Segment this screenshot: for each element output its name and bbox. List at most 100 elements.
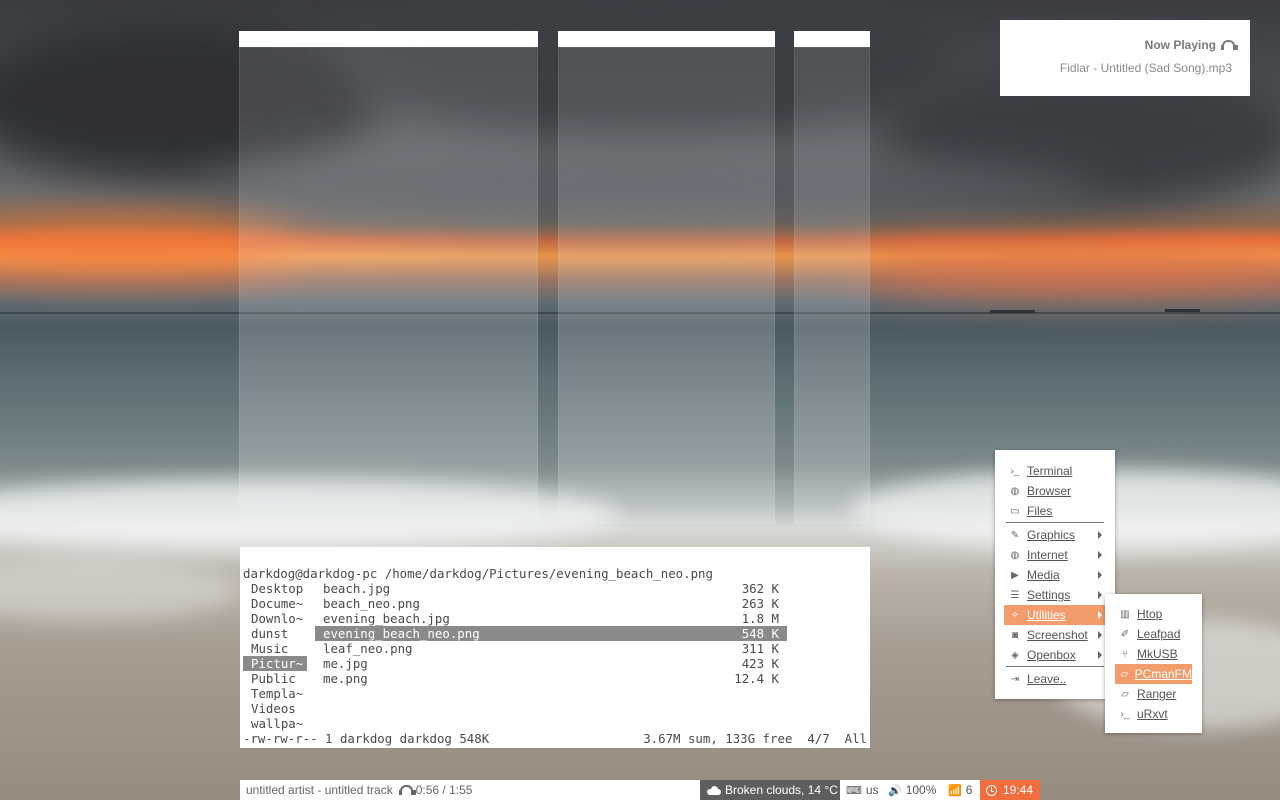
camera-icon: ◙ (1011, 629, 1019, 641)
headphone-icon (398, 785, 416, 795)
file-name: leaf_neo.png (323, 641, 413, 656)
clock-icon (986, 784, 997, 796)
terminal-icon: ›_ (1010, 465, 1020, 477)
weather-widget[interactable]: Broken clouds, 14 °C (700, 780, 840, 800)
submenu-arrow-icon (1098, 551, 1102, 559)
file-name: beach.jpg (323, 581, 391, 596)
submenu-arrow-icon (1098, 531, 1102, 539)
ranger-directory-item[interactable]: Downlo~ (243, 611, 307, 626)
window-panel-1[interactable] (239, 31, 538, 524)
menu-item-pcmanfm[interactable]: ▱ PCmanFM (1115, 664, 1192, 684)
menu-item-leafpad[interactable]: ✐ Leafpad (1105, 624, 1202, 644)
menu-separator (1006, 666, 1104, 667)
menu-item-label: Terminal (1027, 464, 1073, 478)
menu-item-graphics[interactable]: ✎ Graphics (995, 525, 1115, 545)
ranger-file-item[interactable]: leaf_neo.png 311 K (315, 641, 787, 656)
menu-item-urxvt[interactable]: ›_ uRxvt (1105, 704, 1202, 724)
menu-item-ranger[interactable]: ▱ Ranger (1105, 684, 1202, 704)
menu-item-settings[interactable]: ☰ Settings (995, 585, 1115, 605)
ranger-directory-item[interactable]: Music (243, 641, 307, 656)
volume-widget[interactable]: 🔊 100% (882, 780, 940, 800)
chart-icon: ▥ (1120, 608, 1130, 620)
wallpaper-wave-foam (0, 560, 240, 620)
menu-item-browser[interactable]: ◍ Browser (995, 481, 1115, 501)
openbox-root-menu[interactable]: ›_ Terminal ◍ Browser ▭ Files ✎ Graphics ◍ Intern… (995, 450, 1115, 699)
menu-item-files[interactable]: ▭ Files (995, 501, 1115, 521)
music-status-bar[interactable]: untitled artist - untitled track 0:56 / … (240, 780, 700, 800)
ranger-directory-item[interactable]: dunst (243, 626, 307, 641)
ranger-file-item[interactable]: beach.jpg 362 K (315, 581, 787, 596)
folder-open-icon: ▱ (1120, 668, 1129, 680)
file-name: evening_beach_neo.png (323, 626, 480, 641)
clock-widget[interactable]: 19:44 (980, 780, 1040, 800)
edit-icon: ✐ (1120, 628, 1130, 640)
menu-item-openbox[interactable]: ◈ Openbox (995, 645, 1115, 665)
window-panel-3[interactable] (794, 31, 870, 524)
file-size: 362 K (741, 581, 779, 596)
ranger-file-item[interactable]: evening_beach_neo.png 548 K (315, 626, 787, 641)
menu-item-label: Media (1027, 568, 1060, 582)
now-playing-notification[interactable]: Now Playing Fidlar - Untitled (Sad Song)… (1000, 20, 1250, 96)
track-time: 0:56 / 1:55 (415, 783, 473, 797)
menu-item-internet[interactable]: ◍ Internet (995, 545, 1115, 565)
ranger-directory-item[interactable]: Public (243, 671, 307, 686)
wallpaper-sunset-glow (860, 250, 1280, 290)
window-titlebar[interactable] (794, 31, 870, 47)
file-size: 1.8 M (741, 611, 779, 626)
menu-item-htop[interactable]: ▥ Htop (1105, 604, 1202, 624)
volume-icon: 🔊 (888, 784, 902, 797)
menu-item-label: Graphics (1027, 528, 1076, 542)
submenu-arrow-icon (1098, 591, 1102, 599)
keyboard-layout-widget[interactable]: ⌨ us (840, 780, 882, 800)
window-panel-2[interactable] (558, 31, 775, 524)
window-content (239, 47, 538, 524)
ranger-file-column[interactable]: beach.jpg 362 Kbeach_neo.png 263 Kevening_… (315, 581, 787, 686)
ranger-file-item[interactable]: evening_beach.jpg 1.8 M (315, 611, 787, 626)
ranger-directory-item[interactable]: Videos (243, 701, 307, 716)
file-permissions-info: -rw-rw-r-- 1 darkdog darkdog 548K (243, 731, 490, 746)
submenu-arrow-icon (1098, 651, 1102, 659)
menu-item-leave[interactable]: ⇥ Leave.. (995, 669, 1115, 689)
menu-item-mkusb[interactable]: ⑂ MkUSB (1105, 644, 1202, 664)
ranger-directory-item[interactable]: Desktop (243, 581, 307, 596)
file-name: beach_neo.png (323, 596, 420, 611)
menu-item-label: Files (1027, 504, 1053, 518)
menu-item-label: Htop (1137, 607, 1163, 621)
menu-item-screenshot[interactable]: ◙ Screenshot (995, 625, 1115, 645)
window-titlebar[interactable] (239, 31, 538, 47)
ranger-directory-item[interactable]: Pictur~ (243, 656, 307, 671)
file-size: 311 K (741, 641, 779, 656)
wifi-widget[interactable]: 📶 6 (940, 780, 980, 800)
ranger-file-item[interactable]: me.jpg 423 K (315, 656, 787, 671)
folder-open-icon: ▱ (1121, 688, 1129, 700)
ranger-file-item[interactable]: me.png 12.4 K (315, 671, 787, 686)
window-titlebar[interactable] (558, 31, 775, 47)
ranger-directory-item[interactable]: wallpa~ (243, 716, 307, 731)
sliders-icon: ☰ (1010, 589, 1020, 601)
menu-item-media[interactable]: ▶ Media (995, 565, 1115, 585)
utilities-submenu[interactable]: ▥ Htop ✐ Leafpad ⑂ MkUSB ▱ PCmanFM ▱ Ranger ›_ uRxv… (1105, 594, 1202, 733)
wifi-icon: 📶 (948, 784, 962, 797)
terminal-window[interactable]: darkdog@darkdog-pc /home/darkdog/Picture… (240, 547, 870, 748)
file-name: me.jpg (323, 656, 368, 671)
ranger-path-header: darkdog@darkdog-pc /home/darkdog/Picture… (243, 566, 713, 581)
window-content (794, 47, 870, 524)
file-size: 548 K (741, 626, 779, 641)
wallpaper-ship (1165, 309, 1200, 312)
menu-item-label: Openbox (1027, 648, 1076, 662)
logout-icon: ⇥ (1010, 673, 1020, 685)
ranger-directory-item[interactable]: Templa~ (243, 686, 307, 701)
menu-item-label: PCmanFM (1134, 667, 1192, 681)
menu-item-terminal[interactable]: ›_ Terminal (995, 461, 1115, 481)
wifi-strength: 6 (965, 783, 973, 797)
ranger-file-item[interactable]: beach_neo.png 263 K (315, 596, 787, 611)
submenu-arrow-icon (1098, 611, 1102, 619)
menu-item-label: Screenshot (1027, 628, 1088, 642)
ranger-directory-item[interactable]: Docume~ (243, 596, 307, 611)
submenu-arrow-icon (1098, 631, 1102, 639)
menu-item-label: Leave.. (1027, 672, 1067, 686)
usb-icon: ⑂ (1122, 648, 1128, 660)
ranger-directory-column[interactable]: Desktop Docume~ Downlo~ dunst Music Pictur~ Pu… (243, 581, 307, 731)
menu-item-utilities[interactable]: ✧ Utilities (1004, 605, 1106, 625)
keyboard-layout: us (865, 783, 879, 797)
